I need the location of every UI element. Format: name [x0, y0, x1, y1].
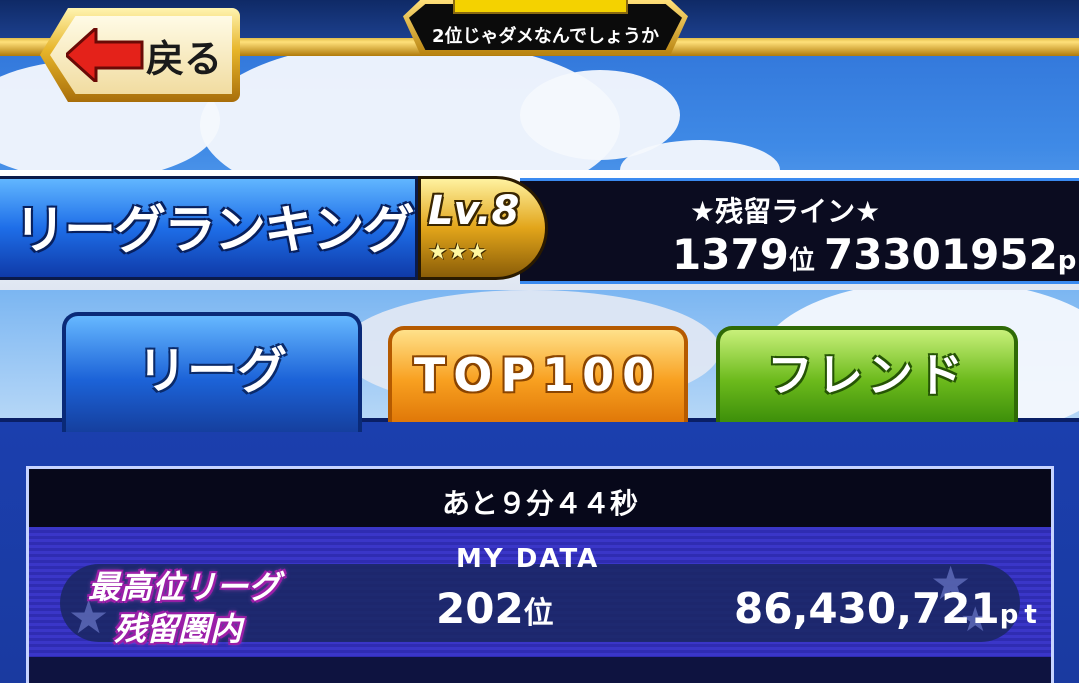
ranking-title: リーグランキング [14, 201, 414, 261]
tab-top100-label: TOP100 [413, 348, 663, 402]
tab-league-label: リーグ [137, 342, 287, 400]
tab-friend-label: フレンド [767, 348, 967, 402]
my-points: 86,430,721pt [734, 584, 1043, 633]
back-arrow-icon [66, 28, 144, 82]
my-points-value: 86,430,721 [734, 584, 1000, 633]
zanryu-line-title: ★残留ライン★ [690, 195, 881, 228]
top-progress-bar [453, 0, 628, 14]
list-bottom-strip [29, 657, 1051, 683]
league-status-badge: 最高位リーグ 残留圏内 [88, 558, 284, 648]
level-stars-icon: ★★★ [428, 240, 488, 265]
my-rank-value: 202 [436, 584, 524, 633]
my-rank: 202位 [436, 584, 554, 633]
top-message: 2位じゃダメなんでしょうか [431, 26, 660, 47]
countdown-timer: あと９分４４秒 [441, 487, 638, 520]
zanryu-rank-value: 1379 [672, 230, 789, 279]
tab-friend[interactable]: フレンド [716, 326, 1018, 422]
my-points-unit: pt [999, 600, 1043, 630]
zanryu-points-unit: pt [1057, 246, 1079, 276]
back-button[interactable]: 戻る [40, 8, 240, 102]
zanryu-points-value: 73301952 [824, 230, 1058, 279]
back-button-label: 戻る [146, 37, 223, 81]
zanryu-points: 73301952pt [824, 230, 1079, 279]
my-rank-unit: 位 [523, 596, 554, 631]
badge-line2: 残留圏内 [114, 610, 243, 648]
tab-league[interactable]: リーグ [62, 312, 362, 432]
my-data-label: MY DATA [456, 544, 600, 574]
badge-line1: 最高位リーグ [88, 568, 281, 606]
top-progress-fill [455, 0, 626, 12]
zanryu-rank-unit: 位 [788, 246, 815, 276]
tab-top100[interactable]: TOP100 [388, 326, 688, 422]
zanryu-rank: 1379位 [672, 230, 815, 279]
level-text: Lv.8 [428, 188, 520, 234]
